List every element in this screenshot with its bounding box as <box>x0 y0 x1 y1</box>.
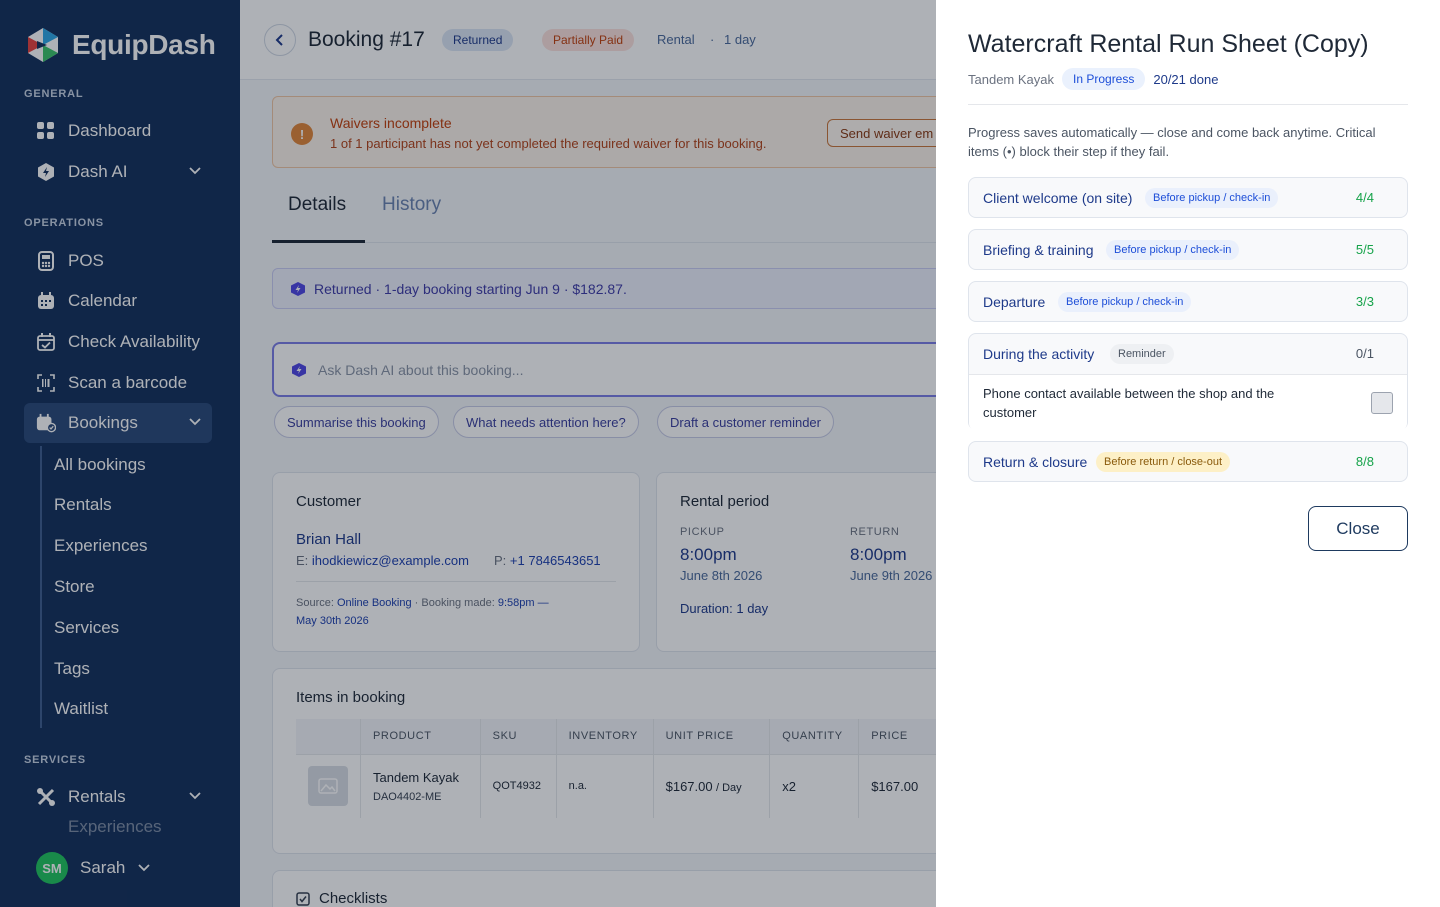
step-header[interactable]: Departure Before pickup / check-in 3/3 <box>969 282 1407 322</box>
checklist-step[interactable]: Client welcome (on site) Before pickup /… <box>968 177 1408 218</box>
progress-count: 20/21 done <box>1153 71 1219 87</box>
step-header[interactable]: Return & closure Before return / close-o… <box>969 442 1407 482</box>
checklist-item-text: Phone contact available between the shop… <box>983 386 1275 420</box>
checklist-step[interactable]: Departure Before pickup / check-in 3/3 <box>968 281 1408 322</box>
checklist-step[interactable]: Briefing & training Before pickup / chec… <box>968 229 1408 270</box>
step-count: 4/4 <box>1355 190 1374 205</box>
step-name: Return & closure <box>983 454 1088 470</box>
step-tag: Reminder <box>1110 344 1174 364</box>
drawer-note: Progress saves automatically — close and… <box>968 125 1376 159</box>
step-tag: Before pickup / check-in <box>1058 292 1192 312</box>
checklist-item-checkbox[interactable] <box>1371 392 1393 414</box>
step-count: 3/3 <box>1355 294 1374 309</box>
step-tag: Before pickup / check-in <box>1106 240 1240 260</box>
drawer-divider <box>968 104 1408 105</box>
checklist-item: Phone contact available between the shop… <box>969 374 1407 431</box>
drawer-title: Watercraft Rental Run Sheet (Copy) <box>968 30 1369 58</box>
step-name: Departure <box>983 294 1046 310</box>
step-count: 8/8 <box>1355 454 1374 469</box>
asset-name: Tandem Kayak <box>968 71 1054 87</box>
step-name: During the activity <box>983 346 1095 362</box>
checklist-step-expanded[interactable]: During the activity Reminder 0/1 Phone c… <box>968 333 1408 431</box>
step-tag: Before pickup / check-in <box>1145 188 1279 208</box>
step-header[interactable]: Client welcome (on site) Before pickup /… <box>969 178 1407 218</box>
step-count: 0/1 <box>1355 346 1374 361</box>
close-button[interactable]: Close <box>1308 506 1408 551</box>
step-header[interactable]: During the activity Reminder 0/1 <box>969 334 1407 374</box>
drawer-subtitle: Tandem Kayak In Progress 20/21 done <box>968 68 1218 90</box>
step-header[interactable]: Briefing & training Before pickup / chec… <box>969 230 1407 270</box>
modal-backdrop[interactable] <box>0 0 936 907</box>
step-name: Client welcome (on site) <box>983 190 1133 206</box>
step-tag: Before return / close-out <box>1096 452 1231 472</box>
step-name: Briefing & training <box>983 242 1094 258</box>
step-count: 5/5 <box>1355 242 1374 257</box>
status-badge: In Progress <box>1062 68 1146 90</box>
run-sheet-drawer: Watercraft Rental Run Sheet (Copy) Tande… <box>936 0 1440 907</box>
checklist-step[interactable]: Return & closure Before return / close-o… <box>968 441 1408 482</box>
